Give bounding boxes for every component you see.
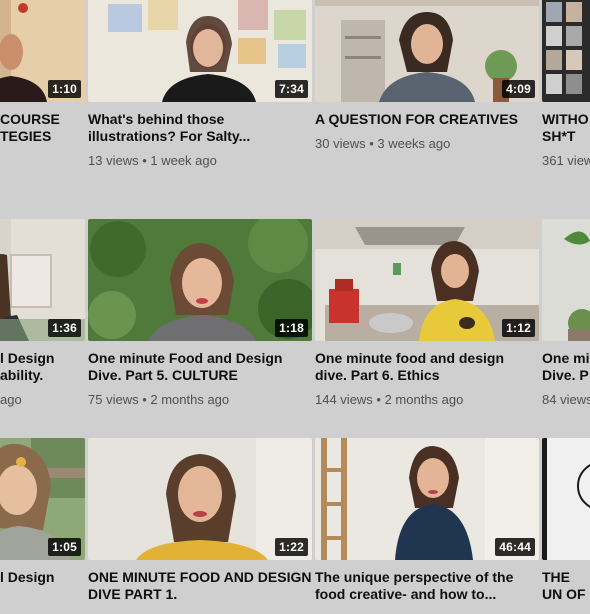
thumbnail-image	[542, 438, 590, 560]
video-thumbnail[interactable]: 7:34	[88, 0, 312, 102]
video-card[interactable]: THE UN OF THE	[542, 438, 590, 611]
video-duration: 1:12	[502, 319, 535, 337]
video-thumbnail[interactable]: 46:44	[315, 438, 539, 560]
video-card[interactable]: 1:12 One minute food and design dive. Pa…	[315, 219, 539, 408]
video-card[interactable]: WITHO SH*T 361 view	[542, 0, 590, 169]
video-thumbnail[interactable]	[542, 438, 590, 560]
video-thumbnail[interactable]	[542, 219, 590, 341]
video-title[interactable]: ONE MINUTE FOOD AND DESIGN DIVE PART 1.	[88, 569, 312, 603]
video-card[interactable]: 1:22 ONE MINUTE FOOD AND DESIGN DIVE PAR…	[88, 438, 312, 611]
video-grid: 1:10 COURSE TEGIES 7:34 What's behind th…	[0, 0, 590, 614]
video-meta: 75 views • 2 months ago	[88, 392, 230, 407]
video-thumbnail[interactable]: 1:36	[0, 219, 85, 341]
video-title[interactable]: The unique perspective of the food creat…	[315, 569, 539, 603]
video-title[interactable]: A QUESTION FOR CREATIVES	[315, 111, 539, 128]
video-card[interactable]: 46:44 The unique perspective of the food…	[315, 438, 539, 611]
video-title[interactable]: One mi Dive. P	[542, 350, 590, 384]
video-duration: 1:18	[275, 319, 308, 337]
thumbnail-image	[542, 219, 590, 341]
thumbnail-image	[542, 0, 590, 102]
video-title[interactable]: l Design ability.	[0, 350, 85, 384]
video-duration: 4:09	[502, 80, 535, 98]
video-title[interactable]: l Design	[0, 569, 85, 586]
video-title[interactable]: One minute Food and Design Dive. Part 5.…	[88, 350, 312, 384]
video-thumbnail[interactable]: 4:09	[315, 0, 539, 102]
video-card[interactable]: 1:10 COURSE TEGIES	[0, 0, 85, 153]
video-duration: 7:34	[275, 80, 308, 98]
video-duration: 1:36	[48, 319, 81, 337]
video-card[interactable]: 1:05 l Design	[0, 438, 85, 594]
video-meta: ago	[0, 392, 22, 407]
video-title[interactable]: THE UN OF THE	[542, 569, 590, 603]
video-card[interactable]: 1:18 One minute Food and Design Dive. Pa…	[88, 219, 312, 408]
video-meta: 13 views • 1 week ago	[88, 153, 217, 168]
video-meta: 30 views • 3 weeks ago	[315, 136, 451, 151]
video-card[interactable]: 1:36 l Design ability. ago	[0, 219, 85, 408]
video-thumbnail[interactable]	[542, 0, 590, 102]
video-title[interactable]: COURSE TEGIES	[0, 111, 85, 145]
video-duration: 46:44	[495, 538, 535, 556]
video-duration: 1:10	[48, 80, 81, 98]
video-thumbnail[interactable]: 1:05	[0, 438, 85, 560]
video-meta: 144 views • 2 months ago	[315, 392, 464, 407]
video-title[interactable]: What's behind those illustrations? For S…	[88, 111, 312, 145]
video-card[interactable]: 7:34 What's behind those illustrations? …	[88, 0, 312, 169]
video-thumbnail[interactable]: 1:10	[0, 0, 85, 102]
video-thumbnail[interactable]: 1:22	[88, 438, 312, 560]
video-duration: 1:05	[48, 538, 81, 556]
video-meta: 361 view	[542, 153, 590, 168]
video-thumbnail[interactable]: 1:18	[88, 219, 312, 341]
video-card[interactable]: One mi Dive. P 84 views	[542, 219, 590, 408]
video-title[interactable]: WITHO SH*T	[542, 111, 590, 145]
video-title[interactable]: One minute food and design dive. Part 6.…	[315, 350, 539, 384]
video-thumbnail[interactable]: 1:12	[315, 219, 539, 341]
video-meta: 84 views	[542, 392, 590, 407]
video-card[interactable]: 4:09 A QUESTION FOR CREATIVES 30 views •…	[315, 0, 539, 152]
video-duration: 1:22	[275, 538, 308, 556]
